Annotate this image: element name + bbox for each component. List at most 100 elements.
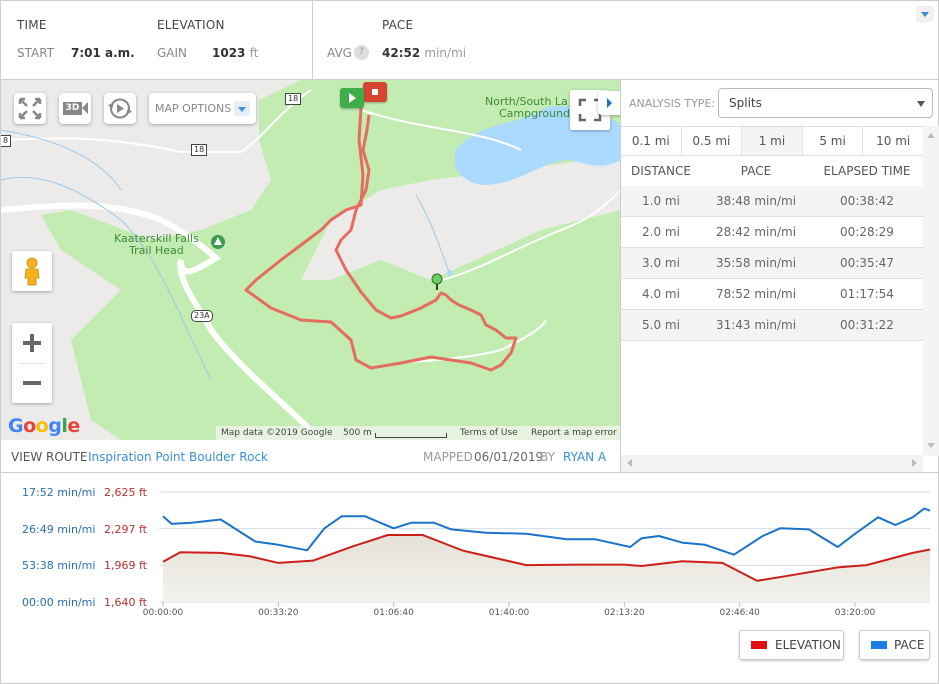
scroll-down-icon[interactable] <box>927 443 935 448</box>
cell-pace: 38:48 min/mi <box>715 194 797 208</box>
legend-pace-label: PACE <box>894 638 925 652</box>
tab-5-mi[interactable]: 5 mi <box>803 127 864 155</box>
zoom-in-button[interactable] <box>12 323 52 363</box>
x-tick-label: 00:00:00 <box>142 608 184 618</box>
zoom-out-button[interactable] <box>12 363 52 403</box>
x-tick-label: 00:33:20 <box>258 608 299 618</box>
3d-button[interactable]: 3D <box>59 93 91 124</box>
road-shield-8: 8 <box>1 135 12 147</box>
cell-distance: 2.0 mi <box>642 225 680 239</box>
avg-pace-value: 42:52 min/mi <box>382 46 466 60</box>
camera-icon <box>82 102 88 114</box>
expand-icon <box>18 97 42 120</box>
elevation-swatch <box>751 641 767 649</box>
terms-link[interactable]: Terms of Use <box>460 426 518 440</box>
author-link[interactable]: RYAN A <box>563 450 606 464</box>
chevron-down-icon <box>234 101 250 116</box>
legend-pace-toggle[interactable]: PACE <box>859 630 930 660</box>
x-tick-label: 01:40:00 <box>488 608 530 618</box>
start-time-value: 7:01 a.m. <box>71 46 135 60</box>
x-tick-label: 01:06:40 <box>373 608 414 618</box>
analysis-type-select[interactable]: Splits <box>718 88 933 118</box>
time-label: TIME <box>17 18 47 32</box>
view-route-label: VIEW ROUTE <box>11 450 88 464</box>
cell-elapsed: 00:31:22 <box>840 318 894 332</box>
collapse-stats-button[interactable] <box>916 6 934 22</box>
scroll-left-icon[interactable] <box>627 459 632 467</box>
x-tick-label: 03:20:00 <box>834 608 876 618</box>
split-tabs: 0.1 mi 0.5 mi 1 mi 5 mi 10 mi <box>621 126 923 156</box>
tab-1-mi[interactable]: 1 mi <box>742 127 803 155</box>
col-elapsed: ELAPSED TIME <box>823 164 911 178</box>
horizontal-scrollbar[interactable] <box>621 455 923 472</box>
pond <box>447 270 453 276</box>
route-info-bar: VIEW ROUTE Inspiration Point Boulder Roc… <box>0 440 620 473</box>
chart-plot[interactable] <box>1 473 938 623</box>
report-error-link[interactable]: Report a map error <box>531 426 617 440</box>
street-view-button[interactable] <box>12 251 52 291</box>
pace-swatch <box>871 641 887 649</box>
tab-0-1-mi[interactable]: 0.1 mi <box>621 127 682 155</box>
rotate-icon <box>108 98 132 119</box>
cell-elapsed: 00:28:29 <box>840 225 894 239</box>
scroll-up-icon[interactable] <box>927 133 935 138</box>
legend-elevation-label: ELEVATION <box>775 638 841 652</box>
tab-0-5-mi[interactable]: 0.5 mi <box>682 127 743 155</box>
analysis-panel: ANALYSIS TYPE: Splits 0.1 mi 0.5 mi 1 mi… <box>620 80 939 473</box>
3d-label: 3D <box>63 102 82 115</box>
trailhead-label[interactable]: Kaaterskill Falls Trail Head <box>114 233 199 257</box>
table-row: 5.0 mi 31:43 min/mi 00:31:22 <box>621 310 923 341</box>
position-pin <box>431 273 443 285</box>
elevation-pace-chart: 17:52 min/mi 2,625 ft 26:49 min/mi 2,297… <box>0 473 939 684</box>
pace-unit: min/mi <box>424 46 467 60</box>
route-name-link[interactable]: Inspiration Point Boulder Rock <box>88 450 268 464</box>
table-row: 4.0 mi 78:52 min/mi 01:17:54 <box>621 279 923 310</box>
help-icon[interactable]: ? <box>354 45 369 60</box>
pace-line <box>162 507 931 556</box>
stream-2 <box>415 194 450 273</box>
campground-label[interactable]: North/South La Campground <box>485 96 570 120</box>
map-attribution: Map data ©2019 Google 500 m Terms of Use… <box>216 426 620 440</box>
start-label: START <box>17 46 55 60</box>
end-marker[interactable] <box>363 82 387 102</box>
chevron-right-icon <box>607 98 612 108</box>
cell-distance: 3.0 mi <box>642 256 680 270</box>
cell-distance: 4.0 mi <box>642 287 680 301</box>
cell-pace: 31:43 min/mi <box>715 318 797 332</box>
map-options-dropdown[interactable]: MAP OPTIONS <box>149 93 256 124</box>
scale-text[interactable]: 500 m <box>343 426 372 440</box>
map-canvas <box>1 80 620 440</box>
scroll-right-icon[interactable] <box>912 459 917 467</box>
stats-header: TIME START 7:01 a.m. ELEVATION GAIN 1023… <box>0 0 939 80</box>
cell-pace: 35:58 min/mi <box>715 256 797 270</box>
analysis-type-value: Splits <box>729 96 762 110</box>
road-shield-23a: 23A <box>191 310 213 322</box>
map-data-text: Map data ©2019 Google <box>221 428 333 438</box>
play-icon <box>349 93 356 103</box>
rotate-button[interactable] <box>104 93 136 124</box>
pace-label: PACE <box>382 18 414 32</box>
google-logo[interactable]: Google <box>8 415 80 437</box>
minus-icon <box>23 381 41 385</box>
tab-10-mi[interactable]: 10 mi <box>863 127 923 155</box>
stop-icon <box>372 89 378 95</box>
zoom-control <box>12 323 52 403</box>
elevation-label: ELEVATION <box>157 18 225 32</box>
start-marker[interactable] <box>340 88 364 108</box>
vertical-scrollbar[interactable] <box>923 126 939 456</box>
map-view[interactable]: 3D MAP OPTIONS 18 18 8 23A Kaaterskill F… <box>0 80 620 440</box>
legend-elevation-toggle[interactable]: ELEVATION <box>739 630 844 660</box>
cell-elapsed: 00:35:47 <box>840 256 894 270</box>
cell-distance: 1.0 mi <box>642 194 680 208</box>
splits-table-header: DISTANCE PACE ELAPSED TIME <box>621 156 923 186</box>
expand-panel-button[interactable] <box>598 91 620 115</box>
x-tick-label: 02:13:20 <box>604 608 645 618</box>
gain-label: GAIN <box>157 46 188 60</box>
map-options-label: MAP OPTIONS <box>155 102 232 115</box>
fullscreen-button[interactable] <box>14 93 46 124</box>
plus-icon-v <box>30 334 34 352</box>
scale-bar <box>375 433 447 438</box>
campground-label-line2: Campground <box>499 107 571 120</box>
cell-elapsed: 00:38:42 <box>840 194 894 208</box>
stats-divider <box>312 1 313 80</box>
